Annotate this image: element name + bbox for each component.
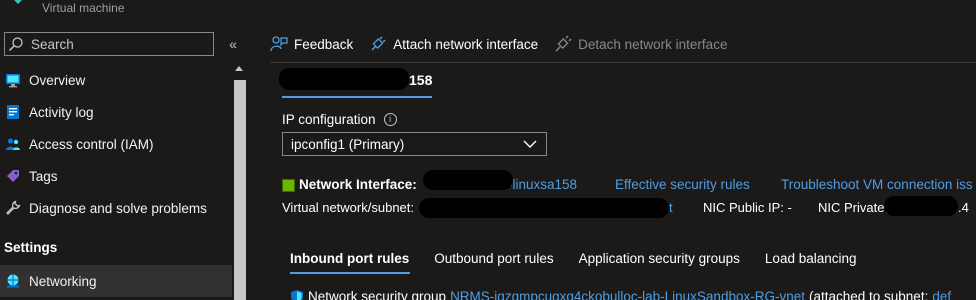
nic-tab-suffix: 158 [409, 72, 433, 88]
chevron-down-icon [523, 140, 537, 148]
nav-item-label: Access control (IAM) [29, 136, 154, 152]
resource-type-subtitle: Virtual machine [42, 1, 125, 15]
attach-network-interface-button[interactable]: Attach network interface [369, 35, 538, 53]
scroll-up-arrow-icon[interactable] [235, 66, 243, 71]
network-interface-name-link[interactable]: -linuxsa158 [508, 177, 577, 192]
nav-item-tags[interactable]: Tags [0, 160, 232, 192]
search-icon [8, 37, 23, 52]
settings-section-heading: Settings [4, 240, 58, 255]
command-bar: Feedback Attach network interface Detach… [270, 32, 743, 56]
collapse-menu-button[interactable]: « [224, 34, 242, 54]
people-icon [4, 135, 22, 153]
network-security-group-link[interactable]: NRMS-jgzqmpcugxq4ckobulloc-lab-LinuxSand… [450, 289, 805, 300]
redaction-block [419, 198, 669, 218]
nav-item-label: Activity log [29, 104, 94, 120]
nsg-prefix: Network security group [308, 289, 447, 300]
menu-search-input[interactable]: Search [4, 32, 214, 56]
nic-private-ip-suffix: .4 [958, 200, 969, 215]
info-icon[interactable]: i [383, 113, 397, 126]
ip-configuration-text: IP configuration [282, 112, 376, 127]
port-rules-tabs: Inbound port rules Outbound port rules A… [290, 251, 882, 266]
menu-scrollbar-thumb[interactable] [234, 80, 246, 300]
ip-configuration-selected: ipconfig1 (Primary) [291, 136, 405, 152]
activity-log-icon [4, 103, 22, 121]
nic-tab[interactable]: 158 [282, 72, 432, 88]
nav-item-label: Tags [29, 168, 58, 184]
effective-security-rules-link[interactable]: Effective security rules [615, 177, 750, 192]
search-placeholder: Search [31, 36, 74, 52]
feedback-button[interactable]: Feedback [270, 35, 353, 53]
tab-outbound-port-rules[interactable]: Outbound port rules [434, 251, 553, 266]
shield-icon [291, 289, 303, 300]
nav-item-networking[interactable]: Networking [0, 265, 232, 297]
nav-item-access-control[interactable]: Access control (IAM) [0, 128, 232, 160]
nav-item-diagnose[interactable]: Diagnose and solve problems [0, 192, 232, 224]
detach-label: Detach network interface [578, 36, 728, 52]
tab-load-balancing[interactable]: Load balancing [765, 251, 857, 266]
nic-public-ip: NIC Public IP: - [703, 200, 792, 215]
tag-icon [4, 167, 22, 185]
wrench-icon [4, 199, 22, 217]
virtual-network-subnet-label: Virtual network/subnet: [282, 200, 414, 215]
feedback-label: Feedback [294, 36, 354, 52]
monitor-icon [4, 71, 22, 89]
redaction-block [884, 196, 958, 216]
network-interface-icon [282, 179, 295, 192]
nav-item-label: Overview [29, 72, 86, 88]
tab-inbound-port-rules[interactable]: Inbound port rules [290, 251, 409, 266]
rule-tab-active-underline [290, 272, 410, 274]
ip-configuration-dropdown[interactable]: ipconfig1 (Primary) [282, 132, 547, 156]
nav-item-label: Networking [29, 273, 97, 289]
troubleshoot-vm-connection-link[interactable]: Troubleshoot VM connection iss [781, 177, 973, 192]
nic-private-ip-label: NIC Private [818, 200, 885, 215]
nav-item-activity-log[interactable]: Activity log [0, 96, 232, 128]
nav-item-overview[interactable]: Overview [0, 64, 232, 96]
ip-configuration-label: IP configuration i [282, 112, 397, 127]
toolbar-divider [270, 62, 976, 63]
detach-plug-icon [555, 35, 572, 52]
nsg-subnet-link[interactable]: def [932, 289, 951, 300]
attach-label: Attach network interface [393, 36, 539, 52]
nsg-attached-text: (attached to subnet: [808, 289, 929, 300]
tab-application-security-groups[interactable]: Application security groups [579, 251, 740, 266]
feedback-icon [270, 36, 288, 52]
nav-item-label: Diagnose and solve problems [29, 200, 207, 216]
network-interface-row: Network Interface: -linuxsa158 Effective… [282, 177, 976, 195]
redaction-block [423, 170, 513, 190]
nic-tab-active-underline [282, 96, 432, 98]
network-interface-label: Network Interface: [299, 177, 417, 192]
network-security-group-row: Network security group NRMS-jgzqmpcugxq4… [290, 289, 951, 300]
vm-logo-icon [14, 0, 22, 4]
resource-menu: Virtual machine Search « Overview Activi… [0, 0, 250, 300]
networking-icon [4, 272, 22, 290]
attach-plug-icon [371, 36, 386, 51]
detach-network-interface-button[interactable]: Detach network interface [554, 35, 727, 53]
virtual-network-subnet-link[interactable]: t [669, 200, 673, 215]
